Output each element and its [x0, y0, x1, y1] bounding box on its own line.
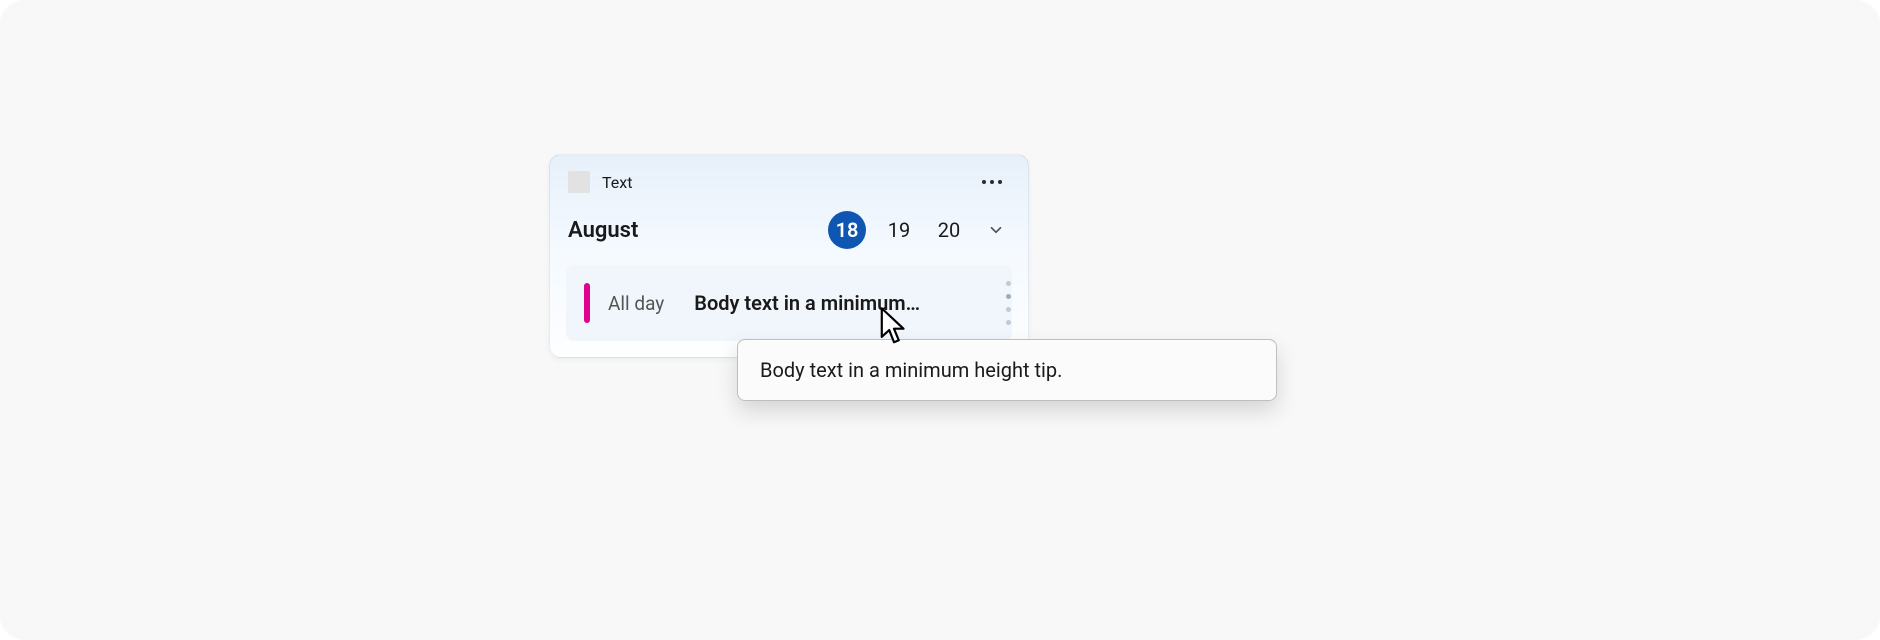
event-title: Body text in a minimum…: [694, 291, 920, 315]
more-icon: [980, 171, 1004, 190]
expand-dates-button[interactable]: [982, 216, 1010, 244]
month-row: August 18 19 20: [566, 211, 1012, 249]
more-button[interactable]: [974, 176, 1010, 188]
card-header-label: Text: [602, 173, 632, 192]
chevron-down-icon: [987, 221, 1005, 239]
card-header: Text: [566, 169, 1012, 197]
scroll-dot-icon: [1006, 307, 1011, 312]
scroll-dot-icon: [1006, 320, 1011, 325]
date-option[interactable]: 20: [932, 213, 966, 247]
month-label: August: [568, 218, 638, 243]
stage: Text August 18 19 20 All day: [0, 0, 1880, 640]
app-icon: [568, 171, 590, 193]
date-picker: 18 19 20: [828, 211, 1010, 249]
scroll-dot-icon: [1006, 281, 1011, 286]
event-accent: [584, 283, 590, 323]
tooltip-text: Body text in a minimum height tip.: [760, 358, 1062, 382]
tooltip: Body text in a minimum height tip.: [737, 339, 1277, 401]
date-option[interactable]: 18: [828, 211, 866, 249]
event-row[interactable]: All day Body text in a minimum…: [566, 265, 1012, 341]
event-list: All day Body text in a minimum…: [566, 265, 1012, 341]
event-when: All day: [608, 292, 664, 315]
date-option[interactable]: 19: [882, 213, 916, 247]
calendar-card: Text August 18 19 20 All day: [549, 154, 1029, 358]
scroll-dot-icon: [1006, 294, 1011, 299]
scroll-indicator[interactable]: [1002, 265, 1014, 341]
card-header-left: Text: [568, 171, 632, 193]
